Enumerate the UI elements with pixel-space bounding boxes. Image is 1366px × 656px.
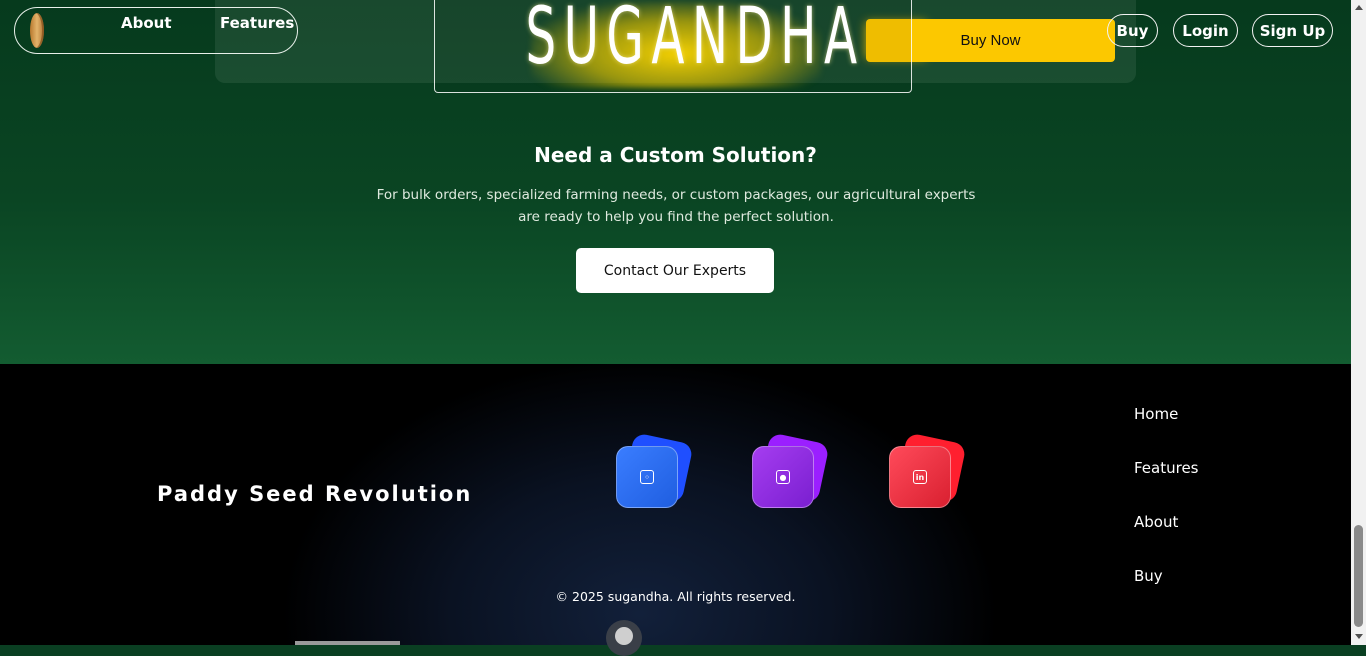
footer: Paddy Seed Revolution ◦ ● in Home Featur… bbox=[0, 364, 1351, 656]
vertical-scrollbar[interactable] bbox=[1351, 0, 1366, 645]
footer-tagline: Paddy Seed Revolution bbox=[157, 482, 473, 506]
scroll-down-arrow-icon[interactable] bbox=[1355, 634, 1363, 639]
contact-experts-button[interactable]: Contact Our Experts bbox=[576, 248, 774, 293]
chat-avatar-icon bbox=[615, 627, 633, 645]
instagram-icon: ◦ bbox=[640, 470, 654, 484]
cta-title: Need a Custom Solution? bbox=[534, 143, 817, 167]
chat-widget-button[interactable] bbox=[606, 620, 642, 656]
scroll-up-arrow-icon[interactable] bbox=[1355, 5, 1363, 10]
instagram-card: ◦ bbox=[616, 446, 678, 508]
linkedin-icon: in bbox=[913, 470, 927, 484]
nav-link-about[interactable]: About bbox=[121, 14, 172, 32]
footer-link-buy[interactable]: Buy bbox=[1134, 567, 1163, 585]
hero-section: Buy Now SUGANDHA About Features Buy Logi… bbox=[0, 0, 1351, 364]
nav-link-features[interactable]: Features bbox=[220, 14, 294, 32]
github-icon: ● bbox=[776, 470, 790, 484]
linkedin-link[interactable]: in bbox=[889, 432, 969, 516]
footer-link-features[interactable]: Features bbox=[1134, 459, 1199, 477]
horizontal-scrollbar-thumb[interactable] bbox=[295, 641, 400, 645]
seed-icon[interactable] bbox=[30, 13, 44, 48]
github-card: ● bbox=[752, 446, 814, 508]
linkedin-card: in bbox=[889, 446, 951, 508]
github-link[interactable]: ● bbox=[752, 432, 832, 516]
copyright-text: © 2025 sugandha. All rights reserved. bbox=[555, 589, 796, 604]
brand-logo-box: SUGANDHA bbox=[434, 0, 912, 93]
footer-link-home[interactable]: Home bbox=[1134, 405, 1178, 423]
footer-link-about[interactable]: About bbox=[1134, 513, 1178, 531]
brand-logo-text: SUGANDHA bbox=[525, 0, 865, 82]
vertical-scrollbar-thumb[interactable] bbox=[1354, 525, 1363, 627]
nav-buy-button[interactable]: Buy bbox=[1107, 14, 1158, 47]
instagram-link[interactable]: ◦ bbox=[616, 432, 696, 516]
sign-up-button[interactable]: Sign Up bbox=[1252, 14, 1333, 47]
cta-description: For bulk orders, specialized farming nee… bbox=[376, 187, 976, 225]
login-button[interactable]: Login bbox=[1173, 14, 1238, 47]
